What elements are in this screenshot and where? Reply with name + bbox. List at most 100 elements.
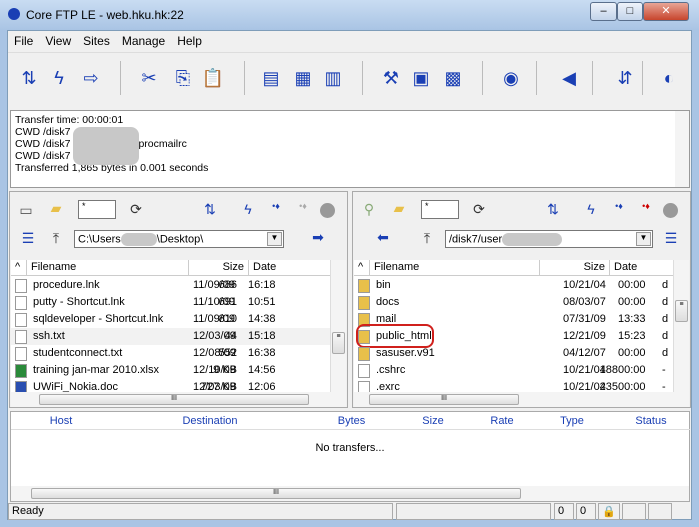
local-path-input[interactable]: C:\Users \Desktop\ ▼ [74, 230, 284, 248]
file-row[interactable]: public_html 12/21/09 15:23 d [354, 324, 674, 348]
minimize-button[interactable]: – [590, 2, 617, 21]
parent-folder-icon[interactable]: ⤒ [417, 230, 437, 247]
column-header-filename[interactable]: Filename [370, 260, 540, 276]
quick-connect-icon[interactable]: ϟ [46, 65, 72, 91]
local-filter-input[interactable]: * [78, 200, 116, 219]
file-row[interactable]: .cshrc 188 10/21/04 00:00- [354, 362, 674, 379]
remote-horizontal-scrollbar[interactable]: III [354, 392, 689, 407]
transfer-right-icon[interactable]: ➡ [308, 229, 328, 246]
file-time: 14:38 [248, 313, 276, 325]
transfer-horizontal-scrollbar[interactable]: III [11, 486, 689, 501]
file-row[interactable]: .exrc 235 10/21/04 00:00- [354, 379, 674, 392]
refresh-icon[interactable]: ⟳ [126, 201, 146, 218]
ascii-icon[interactable]: ▥ [320, 65, 346, 91]
column-header-rate[interactable]: Rate [472, 412, 532, 430]
column-header-filename[interactable]: Filename [27, 260, 189, 276]
log-scrollbar[interactable] [675, 111, 689, 187]
column-header-size[interactable]: Size [189, 260, 249, 276]
file-permissions: d [662, 330, 669, 342]
file-name: studentconnect.txt [33, 347, 123, 359]
status-count-2: 0 [576, 503, 596, 520]
sort-toggle[interactable]: ^ [354, 260, 370, 276]
file-row[interactable]: docs 08/03/07 00:00 d [354, 294, 674, 311]
file-row[interactable]: training jan-mar 2010.xlsx 9 KB 12/10/09 14… [11, 362, 331, 379]
remote-path-input[interactable]: /disk7/user ▼ [445, 230, 653, 248]
vertical-scrollbar[interactable]: ≡ [330, 260, 346, 392]
local-horizontal-scrollbar[interactable]: III [11, 392, 346, 407]
file-time: 00:00 [618, 279, 646, 291]
new-folder-icon[interactable]: ▰ [46, 200, 66, 217]
file-time: 00:00 [618, 296, 646, 308]
transfer-arrows-icon[interactable]: ⇨ [78, 65, 104, 91]
column-header-type[interactable]: Type [532, 412, 612, 430]
file-row[interactable]: sqldeveloper - Shortcut.lnk 810 11/09/09 14… [11, 311, 331, 328]
menu-sites[interactable]: Sites [77, 31, 116, 51]
close-button[interactable]: ✕ [643, 2, 689, 21]
menu-file[interactable]: File [8, 31, 39, 51]
column-header-size[interactable]: Size [540, 260, 610, 276]
column-header-host[interactable]: Host [11, 412, 111, 430]
shortcut-icon [15, 279, 27, 293]
search-icon[interactable]: ⚲ [359, 201, 379, 218]
tree-view-icon[interactable]: ☰ [18, 230, 38, 247]
quick-transfer-icon[interactable]: ϟ [581, 201, 601, 217]
file-row[interactable]: putty - Shortcut.lnk 691 11/10/09 10:51 [11, 294, 331, 311]
maximize-button[interactable]: □ [617, 2, 643, 21]
file-row[interactable]: bin 10/21/04 00:00 d [354, 277, 674, 294]
folder-icon [358, 347, 370, 361]
vertical-scrollbar[interactable]: ≡ [673, 260, 689, 392]
column-header-bytes[interactable]: Bytes [309, 412, 394, 430]
quick-transfer-icon[interactable]: ϟ [238, 201, 258, 217]
connect-transfer-icon[interactable]: ⇅ [16, 65, 42, 91]
sync-icon[interactable]: ⇵ [612, 65, 638, 91]
tree-view-icon[interactable]: ☰ [661, 230, 681, 247]
terminal-icon[interactable]: ▩ [440, 65, 466, 91]
stop-icon[interactable] [663, 203, 678, 218]
view-eye-icon[interactable]: ◉ [498, 65, 524, 91]
file-row[interactable]: UWiFi_Nokia.doc 727 KB 12/03/09 12:06 [11, 379, 331, 392]
view-icon[interactable]: ▤ [258, 65, 284, 91]
upload-icon[interactable]: •♦ [266, 201, 286, 211]
file-row[interactable]: ssh.txt 44 12/03/09 15:18 [11, 328, 331, 345]
sort-toggle[interactable]: ^ [11, 260, 27, 276]
folder-icon [358, 296, 370, 310]
paste-icon[interactable]: 📋 [200, 65, 226, 91]
copy-icon[interactable]: ⎘ [170, 65, 196, 91]
download-icon[interactable]: •♦ [636, 201, 656, 211]
queue-icon[interactable]: ▣ [408, 65, 434, 91]
column-header-status[interactable]: Status [612, 412, 690, 430]
remote-filter-input[interactable]: * [421, 200, 459, 219]
new-folder-icon[interactable]: ▰ [389, 200, 409, 217]
refresh-icon[interactable]: ⟳ [469, 201, 489, 218]
upload-icon[interactable]: •♦ [609, 201, 629, 211]
stop-icon[interactable] [320, 203, 335, 218]
transfer-left-icon[interactable]: ⬅ [373, 229, 393, 246]
drive-icon[interactable]: ▭ [16, 202, 36, 219]
site-manager-icon[interactable]: ⚒ [378, 65, 404, 91]
transfer-mode-icon[interactable]: ⇅ [200, 201, 220, 218]
download-icon[interactable]: •♦ [293, 201, 313, 211]
parent-folder-icon[interactable]: ⤒ [46, 230, 66, 247]
menu-help[interactable]: Help [171, 31, 208, 51]
column-header-size[interactable]: Size [394, 412, 472, 430]
file-name: training jan-mar 2010.xlsx [33, 364, 159, 376]
cut-icon[interactable]: ✂ [136, 65, 162, 91]
column-header-destination[interactable]: Destination [111, 412, 309, 430]
local-file-list: ^ Filename Size Date procedure.lnk 686 11/09/0… [11, 260, 346, 392]
file-time: 00:00 [618, 364, 646, 376]
column-header-date[interactable]: Date [249, 260, 331, 276]
menu-manage[interactable]: Manage [116, 31, 171, 51]
binary-icon[interactable]: ▦ [290, 65, 316, 91]
no-transfers-text: No transfers... [315, 442, 385, 454]
file-row[interactable]: procedure.lnk 686 11/09/09 16:18 [11, 277, 331, 294]
transfer-mode-icon[interactable]: ⇅ [543, 201, 563, 218]
file-row[interactable]: studentconnect.txt 552 12/08/09 16:38 [11, 345, 331, 362]
file-row[interactable]: sasuser.v91 04/12/07 00:00 d [354, 345, 674, 362]
file-date: 12/03/09 [193, 381, 236, 392]
path-dropdown-button[interactable]: ▼ [267, 232, 282, 246]
help-icon[interactable]: ◐ [656, 65, 682, 91]
file-permissions: - [662, 381, 666, 392]
menu-view[interactable]: View [39, 31, 77, 51]
sound-icon[interactable]: ◀ [556, 65, 582, 91]
path-dropdown-button[interactable]: ▼ [636, 232, 651, 246]
